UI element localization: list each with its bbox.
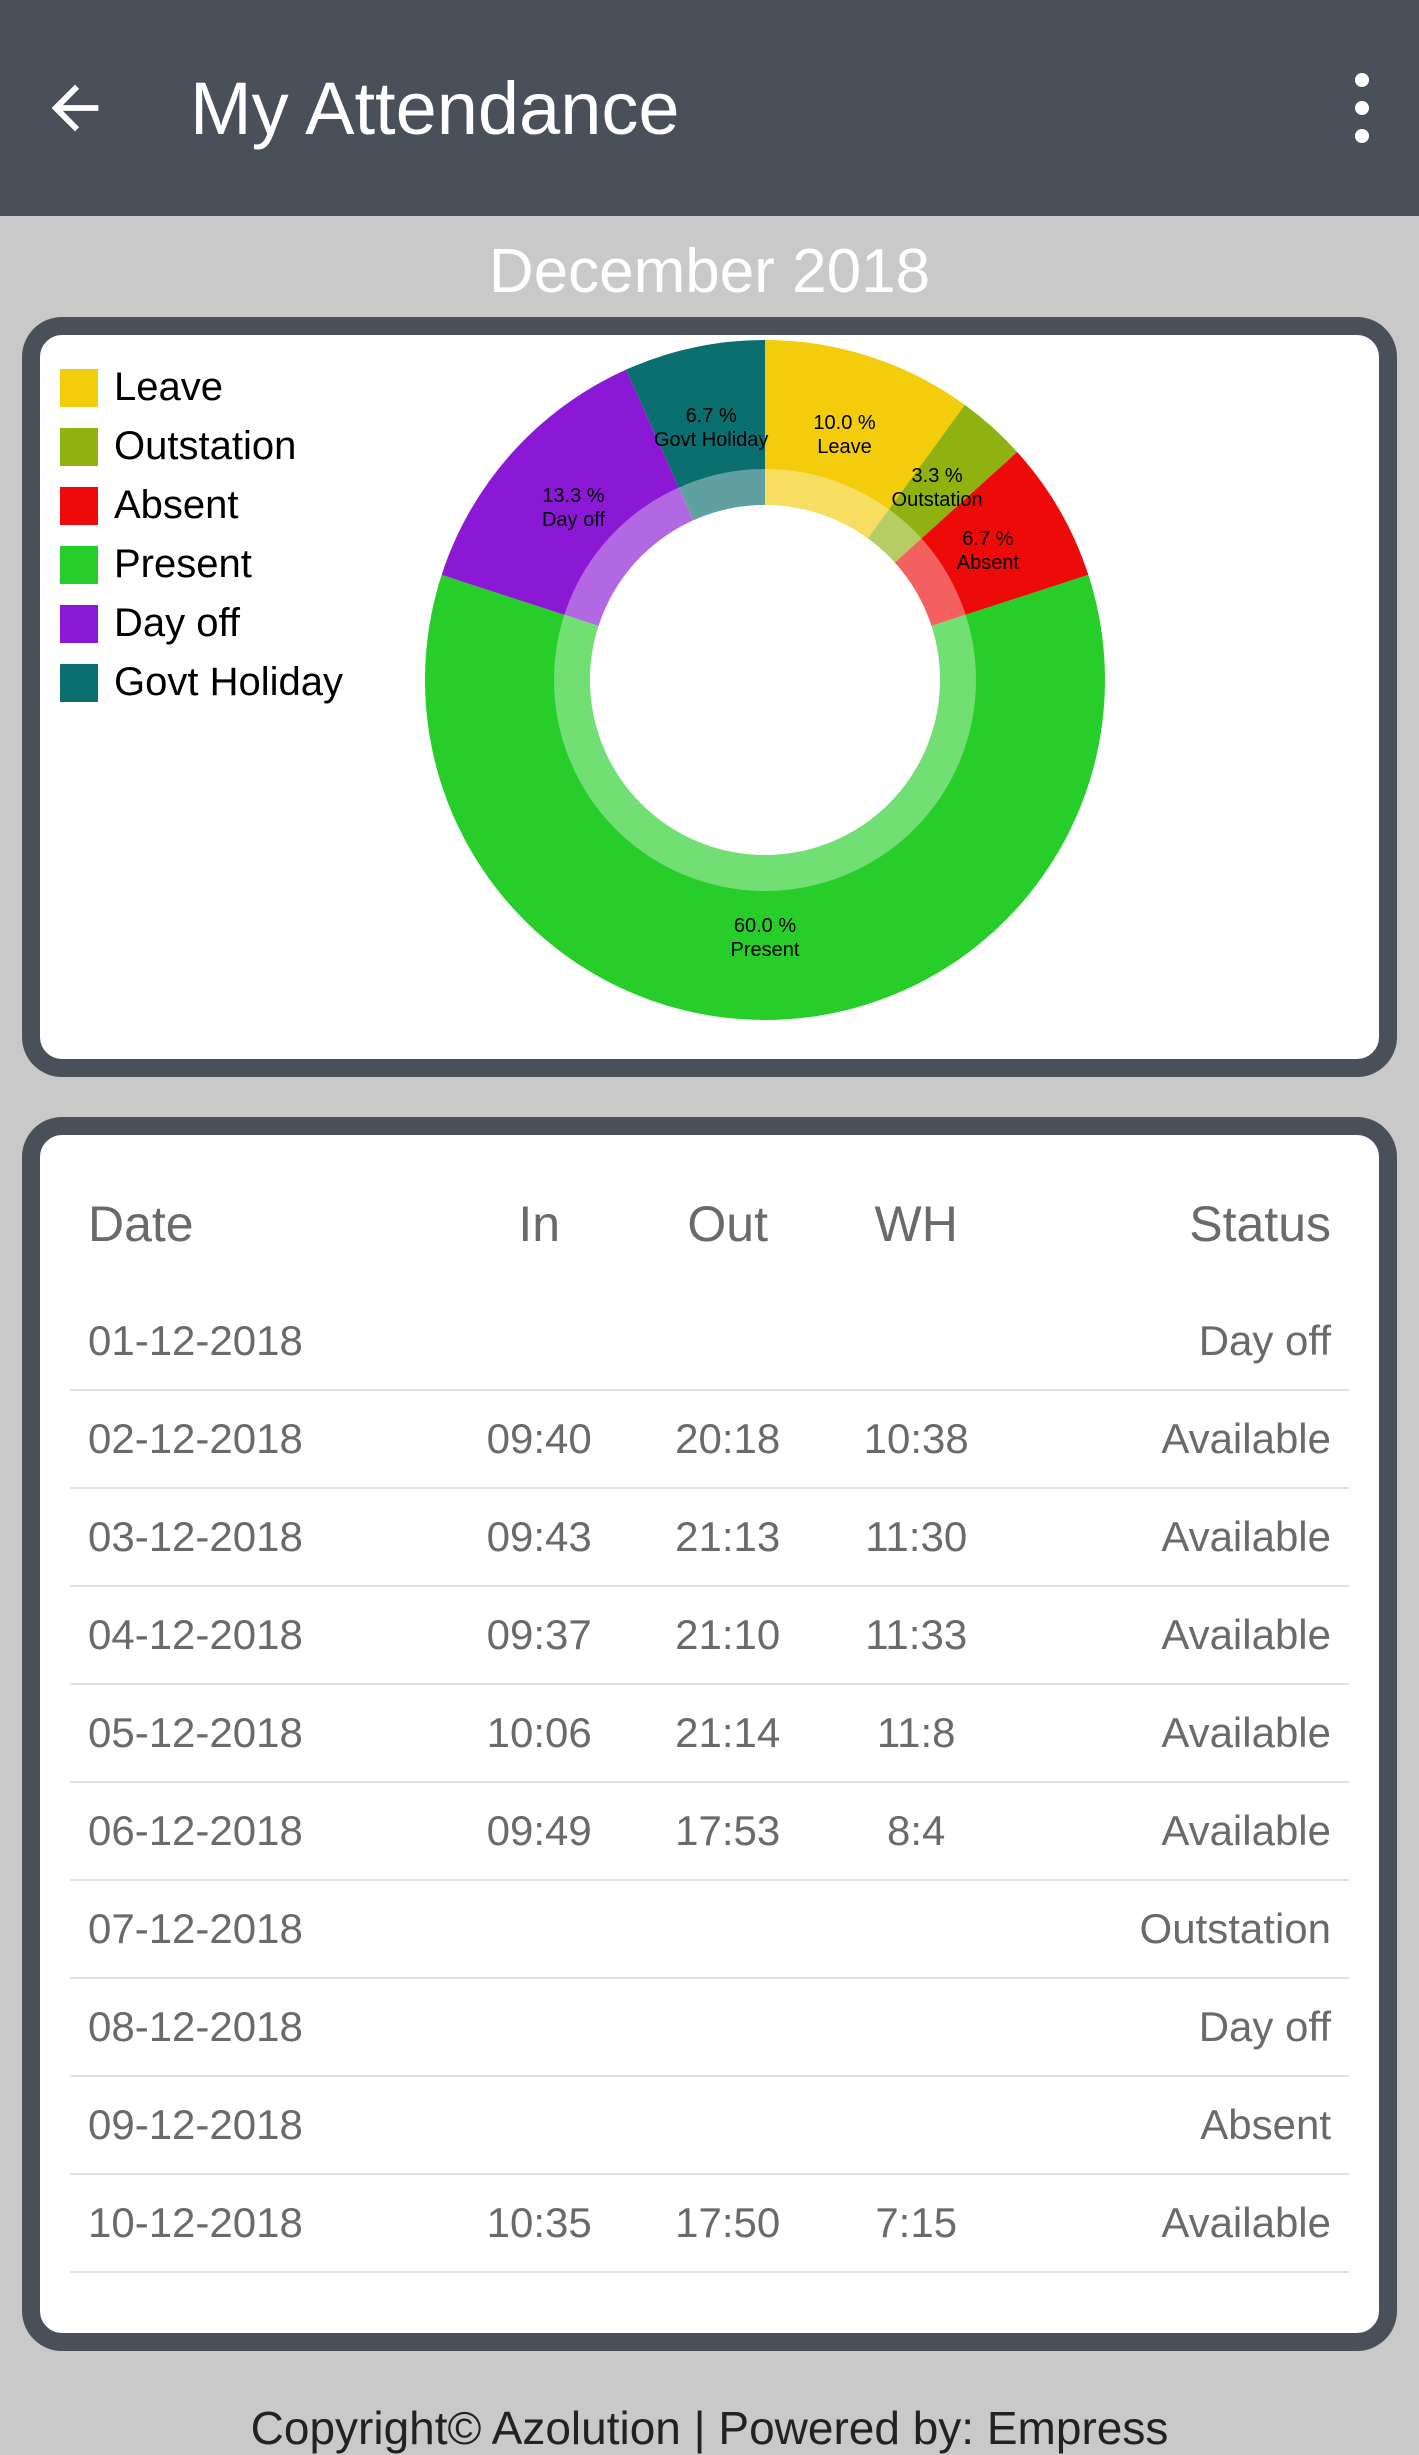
legend-label: Day off	[114, 601, 240, 646]
cell-out: 20:18	[633, 1390, 822, 1488]
legend-label: Govt Holiday	[114, 660, 343, 705]
legend-label: Outstation	[114, 424, 296, 469]
cell-date: 05-12-2018	[70, 1684, 445, 1782]
cell-date: 09-12-2018	[70, 2076, 445, 2174]
cell-in: 10:06	[445, 1684, 634, 1782]
cell-wh: 7:15	[822, 2174, 1011, 2272]
cell-status: Absent	[1010, 2076, 1349, 2174]
cell-status: Available	[1010, 1390, 1349, 1488]
month-label: December 2018	[0, 216, 1419, 317]
cell-status: Available	[1010, 1586, 1349, 1684]
cell-status: Outstation	[1010, 1880, 1349, 1978]
cell-date: 01-12-2018	[70, 1293, 445, 1390]
cell-in: 09:40	[445, 1390, 634, 1488]
legend-item: Govt Holiday	[60, 660, 343, 705]
cell-in: 09:49	[445, 1782, 634, 1880]
chart-legend: Leave Outstation Absent Present Day off Govt …	[50, 355, 343, 1039]
cell-in	[445, 1880, 634, 1978]
cell-status: Available	[1010, 1782, 1349, 1880]
col-status: Status	[1010, 1175, 1349, 1293]
cell-wh	[822, 2076, 1011, 2174]
cell-date: 04-12-2018	[70, 1586, 445, 1684]
table-row: 04-12-201809:3721:1011:33Available	[70, 1586, 1349, 1684]
legend-item: Present	[60, 542, 343, 587]
attendance-table-card: Date In Out WH Status 01-12-2018Day off0…	[22, 1117, 1397, 2351]
table-row: 02-12-201809:4020:1810:38Available	[70, 1390, 1349, 1488]
cell-wh: 8:4	[822, 1782, 1011, 1880]
cell-status: Available	[1010, 1488, 1349, 1586]
cell-in	[445, 1293, 634, 1390]
cell-in: 09:43	[445, 1488, 634, 1586]
cell-wh: 11:33	[822, 1586, 1011, 1684]
footer-text: Copyright© Azolution | Powered by: Empre…	[0, 2391, 1419, 2455]
attendance-chart-card: Leave Outstation Absent Present Day off Govt …	[22, 317, 1397, 1077]
legend-item: Day off	[60, 601, 343, 646]
cell-in	[445, 1978, 634, 2076]
col-out: Out	[633, 1175, 822, 1293]
cell-date: 08-12-2018	[70, 1978, 445, 2076]
legend-label: Leave	[114, 365, 223, 410]
table-row: 10-12-201810:3517:507:15Available	[70, 2174, 1349, 2272]
cell-out: 17:50	[633, 2174, 822, 2272]
cell-wh	[822, 1978, 1011, 2076]
cell-wh	[822, 1880, 1011, 1978]
overflow-menu-icon[interactable]	[1355, 73, 1369, 143]
cell-out	[633, 1880, 822, 1978]
table-row: 06-12-201809:4917:538:4Available	[70, 1782, 1349, 1880]
cell-out: 17:53	[633, 1782, 822, 1880]
table-row: 08-12-2018 Day off	[70, 1978, 1349, 2076]
legend-swatch	[60, 605, 98, 643]
cell-wh	[822, 1293, 1011, 1390]
table-row: 07-12-2018 Outstation	[70, 1880, 1349, 1978]
cell-date: 06-12-2018	[70, 1782, 445, 1880]
legend-swatch	[60, 369, 98, 407]
col-date: Date	[70, 1175, 445, 1293]
legend-item: Leave	[60, 365, 343, 410]
cell-out	[633, 2076, 822, 2174]
app-header: My Attendance	[0, 0, 1419, 216]
cell-wh: 11:30	[822, 1488, 1011, 1586]
legend-swatch	[60, 487, 98, 525]
cell-out: 21:13	[633, 1488, 822, 1586]
cell-in: 09:37	[445, 1586, 634, 1684]
attendance-table: Date In Out WH Status 01-12-2018Day off0…	[70, 1175, 1349, 2273]
table-row: 09-12-2018 Absent	[70, 2076, 1349, 2174]
cell-status: Day off	[1010, 1293, 1349, 1390]
legend-label: Absent	[114, 483, 239, 528]
col-in: In	[445, 1175, 634, 1293]
cell-date: 03-12-2018	[70, 1488, 445, 1586]
cell-wh: 11:8	[822, 1684, 1011, 1782]
cell-out	[633, 1978, 822, 2076]
cell-status: Day off	[1010, 1978, 1349, 2076]
cell-out	[633, 1293, 822, 1390]
legend-item: Absent	[60, 483, 343, 528]
cell-out: 21:10	[633, 1586, 822, 1684]
legend-label: Present	[114, 542, 252, 587]
legend-swatch	[60, 546, 98, 584]
table-row: 03-12-201809:4321:1311:30Available	[70, 1488, 1349, 1586]
donut-chart: 10.0 %Leave3.3 %Outstation6.7 %Absent60.…	[420, 335, 1110, 1030]
legend-item: Outstation	[60, 424, 343, 469]
cell-status: Available	[1010, 1684, 1349, 1782]
table-row: 05-12-201810:0621:1411:8Available	[70, 1684, 1349, 1782]
col-wh: WH	[822, 1175, 1011, 1293]
cell-status: Available	[1010, 2174, 1349, 2272]
legend-swatch	[60, 428, 98, 466]
cell-in	[445, 2076, 634, 2174]
page-title: My Attendance	[190, 66, 680, 151]
cell-date: 10-12-2018	[70, 2174, 445, 2272]
table-row: 01-12-2018 Day off	[70, 1293, 1349, 1390]
cell-in: 10:35	[445, 2174, 634, 2272]
cell-out: 21:14	[633, 1684, 822, 1782]
back-arrow-icon[interactable]	[40, 73, 110, 143]
cell-date: 07-12-2018	[70, 1880, 445, 1978]
cell-date: 02-12-2018	[70, 1390, 445, 1488]
cell-wh: 10:38	[822, 1390, 1011, 1488]
legend-swatch	[60, 664, 98, 702]
